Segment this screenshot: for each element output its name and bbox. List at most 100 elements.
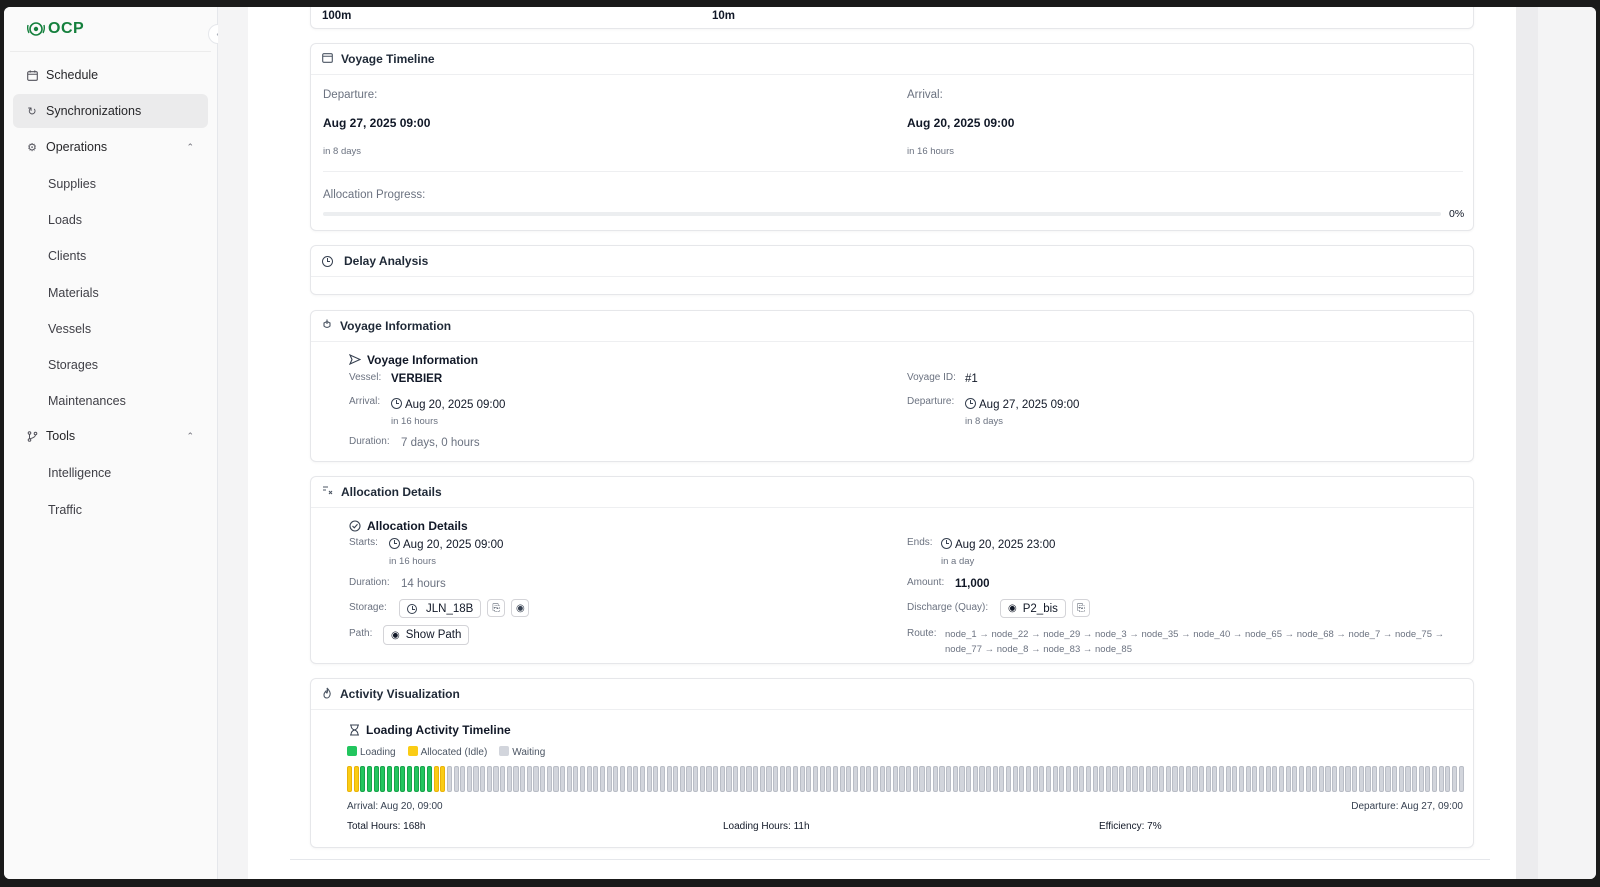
timeline-hour-waiting[interactable] bbox=[500, 766, 506, 792]
timeline-hour-waiting[interactable] bbox=[1292, 766, 1298, 792]
sidebar-item-clients[interactable]: Clients bbox=[13, 238, 208, 274]
timeline-hour-waiting[interactable] bbox=[806, 766, 812, 792]
timeline-hour-waiting[interactable] bbox=[526, 766, 532, 792]
timeline-hour-waiting[interactable] bbox=[1019, 766, 1025, 792]
timeline-hour-loading[interactable] bbox=[426, 766, 433, 792]
show-path-button[interactable]: ◉ Show Path bbox=[383, 625, 470, 645]
card-header[interactable]: Delay Analysis bbox=[311, 246, 1473, 277]
timeline-hour-waiting[interactable] bbox=[899, 766, 905, 792]
chevron-up-icon[interactable]: ⌃ bbox=[186, 431, 194, 442]
timeline-hour-waiting[interactable] bbox=[972, 766, 978, 792]
timeline-hour-waiting[interactable] bbox=[1025, 766, 1032, 792]
timeline-hour-waiting[interactable] bbox=[579, 766, 586, 792]
timeline-hour-waiting[interactable] bbox=[699, 766, 705, 792]
timeline-hour-waiting[interactable] bbox=[553, 766, 559, 792]
timeline-hour-waiting[interactable] bbox=[786, 766, 792, 792]
timeline-hour-waiting[interactable] bbox=[726, 766, 732, 792]
timeline-hour-loading[interactable] bbox=[420, 766, 426, 792]
timeline-hour-waiting[interactable] bbox=[1445, 766, 1451, 792]
timeline-hour-waiting[interactable] bbox=[1431, 766, 1438, 792]
timeline-hour-waiting[interactable] bbox=[766, 766, 772, 792]
timeline-hour-waiting[interactable] bbox=[1392, 766, 1398, 792]
chevron-up-icon[interactable]: ⌃ bbox=[186, 142, 194, 153]
timeline-hour-waiting[interactable] bbox=[1218, 766, 1225, 792]
timeline-hour-waiting[interactable] bbox=[1145, 766, 1151, 792]
timeline-hour-waiting[interactable] bbox=[1225, 766, 1231, 792]
timeline-hour-waiting[interactable] bbox=[986, 766, 992, 792]
timeline-hour-waiting[interactable] bbox=[1072, 766, 1078, 792]
storage-chip[interactable]: JLN_18B bbox=[399, 599, 482, 618]
sidebar-item-storages[interactable]: Storages bbox=[13, 347, 208, 383]
timeline-hour-waiting[interactable] bbox=[506, 766, 512, 792]
timeline-hour-waiting[interactable] bbox=[633, 766, 639, 792]
timeline-hour-waiting[interactable] bbox=[1112, 766, 1118, 792]
timeline-hour-waiting[interactable] bbox=[1305, 766, 1311, 792]
timeline-hour-waiting[interactable] bbox=[1412, 766, 1418, 792]
timeline-hour-waiting[interactable] bbox=[746, 766, 752, 792]
timeline-hour-waiting[interactable] bbox=[792, 766, 799, 792]
timeline-hour-waiting[interactable] bbox=[1119, 766, 1125, 792]
timeline-hour-waiting[interactable] bbox=[706, 766, 712, 792]
timeline-hour-waiting[interactable] bbox=[892, 766, 898, 792]
timeline-hour-waiting[interactable] bbox=[659, 766, 665, 792]
timeline-hour-waiting[interactable] bbox=[1285, 766, 1291, 792]
timeline-hour-waiting[interactable] bbox=[1039, 766, 1045, 792]
timeline-hour-waiting[interactable] bbox=[759, 766, 765, 792]
timeline-hour-waiting[interactable] bbox=[1358, 766, 1364, 792]
timeline-hour-waiting[interactable] bbox=[946, 766, 952, 792]
timeline-hour-loading[interactable] bbox=[406, 766, 413, 792]
timeline-hour-loading[interactable] bbox=[386, 766, 393, 792]
timeline-hour-waiting[interactable] bbox=[486, 766, 492, 792]
timeline-hour-waiting[interactable] bbox=[979, 766, 985, 792]
sidebar-item-synchronizations[interactable]: ↻ Synchronizations bbox=[13, 94, 208, 128]
timeline-hour-waiting[interactable] bbox=[520, 766, 526, 792]
timeline-hour-waiting[interactable] bbox=[1332, 766, 1338, 792]
timeline-hour-waiting[interactable] bbox=[1032, 766, 1038, 792]
timeline-hour-waiting[interactable] bbox=[1045, 766, 1052, 792]
timeline-hour-waiting[interactable] bbox=[446, 766, 452, 792]
timeline-hour-waiting[interactable] bbox=[1318, 766, 1324, 792]
sidebar-item-materials[interactable]: Materials bbox=[13, 275, 208, 311]
timeline-hour-waiting[interactable] bbox=[773, 766, 779, 792]
timeline-hour-allocated[interactable] bbox=[353, 766, 359, 792]
timeline-hour-waiting[interactable] bbox=[1099, 766, 1105, 792]
timeline-hour-waiting[interactable] bbox=[1425, 766, 1431, 792]
timeline-hour-waiting[interactable] bbox=[453, 766, 459, 792]
timeline-hour-waiting[interactable] bbox=[886, 766, 892, 792]
timeline-hour-waiting[interactable] bbox=[513, 766, 519, 792]
timeline-hour-waiting[interactable] bbox=[646, 766, 652, 792]
timeline-hour-waiting[interactable] bbox=[619, 766, 626, 792]
timeline-hour-waiting[interactable] bbox=[1092, 766, 1098, 792]
timeline-hour-waiting[interactable] bbox=[1258, 766, 1265, 792]
timeline-hour-waiting[interactable] bbox=[859, 766, 865, 792]
timeline-hour-waiting[interactable] bbox=[1232, 766, 1238, 792]
timeline-hour-waiting[interactable] bbox=[866, 766, 872, 792]
timeline-hour-waiting[interactable] bbox=[1438, 766, 1444, 792]
timeline-hour-waiting[interactable] bbox=[839, 766, 845, 792]
sidebar-item-loads[interactable]: Loads bbox=[13, 202, 208, 238]
timeline-hour-waiting[interactable] bbox=[1052, 766, 1058, 792]
timeline-hour-waiting[interactable] bbox=[653, 766, 659, 792]
timeline-hour-waiting[interactable] bbox=[992, 766, 998, 792]
timeline-hour-waiting[interactable] bbox=[812, 766, 819, 792]
timeline-hour-waiting[interactable] bbox=[1365, 766, 1371, 792]
timeline-hour-waiting[interactable] bbox=[1352, 766, 1358, 792]
discharge-chip[interactable]: ◉ P2_bis bbox=[1000, 599, 1066, 618]
timeline-hour-waiting[interactable] bbox=[593, 766, 599, 792]
timeline-hour-waiting[interactable] bbox=[1159, 766, 1165, 792]
timeline-hour-waiting[interactable] bbox=[1238, 766, 1245, 792]
timeline-hour-waiting[interactable] bbox=[1139, 766, 1145, 792]
timeline-hour-waiting[interactable] bbox=[1085, 766, 1091, 792]
timeline-hour-waiting[interactable] bbox=[852, 766, 859, 792]
timeline-hour-waiting[interactable] bbox=[959, 766, 965, 792]
timeline-hour-waiting[interactable] bbox=[733, 766, 739, 792]
timeline-hour-waiting[interactable] bbox=[919, 766, 925, 792]
timeline-hour-waiting[interactable] bbox=[1245, 766, 1251, 792]
scroll-gutter[interactable] bbox=[1516, 7, 1538, 879]
timeline-hour-waiting[interactable] bbox=[826, 766, 832, 792]
timeline-hour-waiting[interactable] bbox=[912, 766, 918, 792]
timeline-hour-waiting[interactable] bbox=[952, 766, 958, 792]
timeline-hour-waiting[interactable] bbox=[1325, 766, 1331, 792]
timeline-hour-allocated[interactable] bbox=[433, 766, 439, 792]
timeline-hour-waiting[interactable] bbox=[779, 766, 785, 792]
